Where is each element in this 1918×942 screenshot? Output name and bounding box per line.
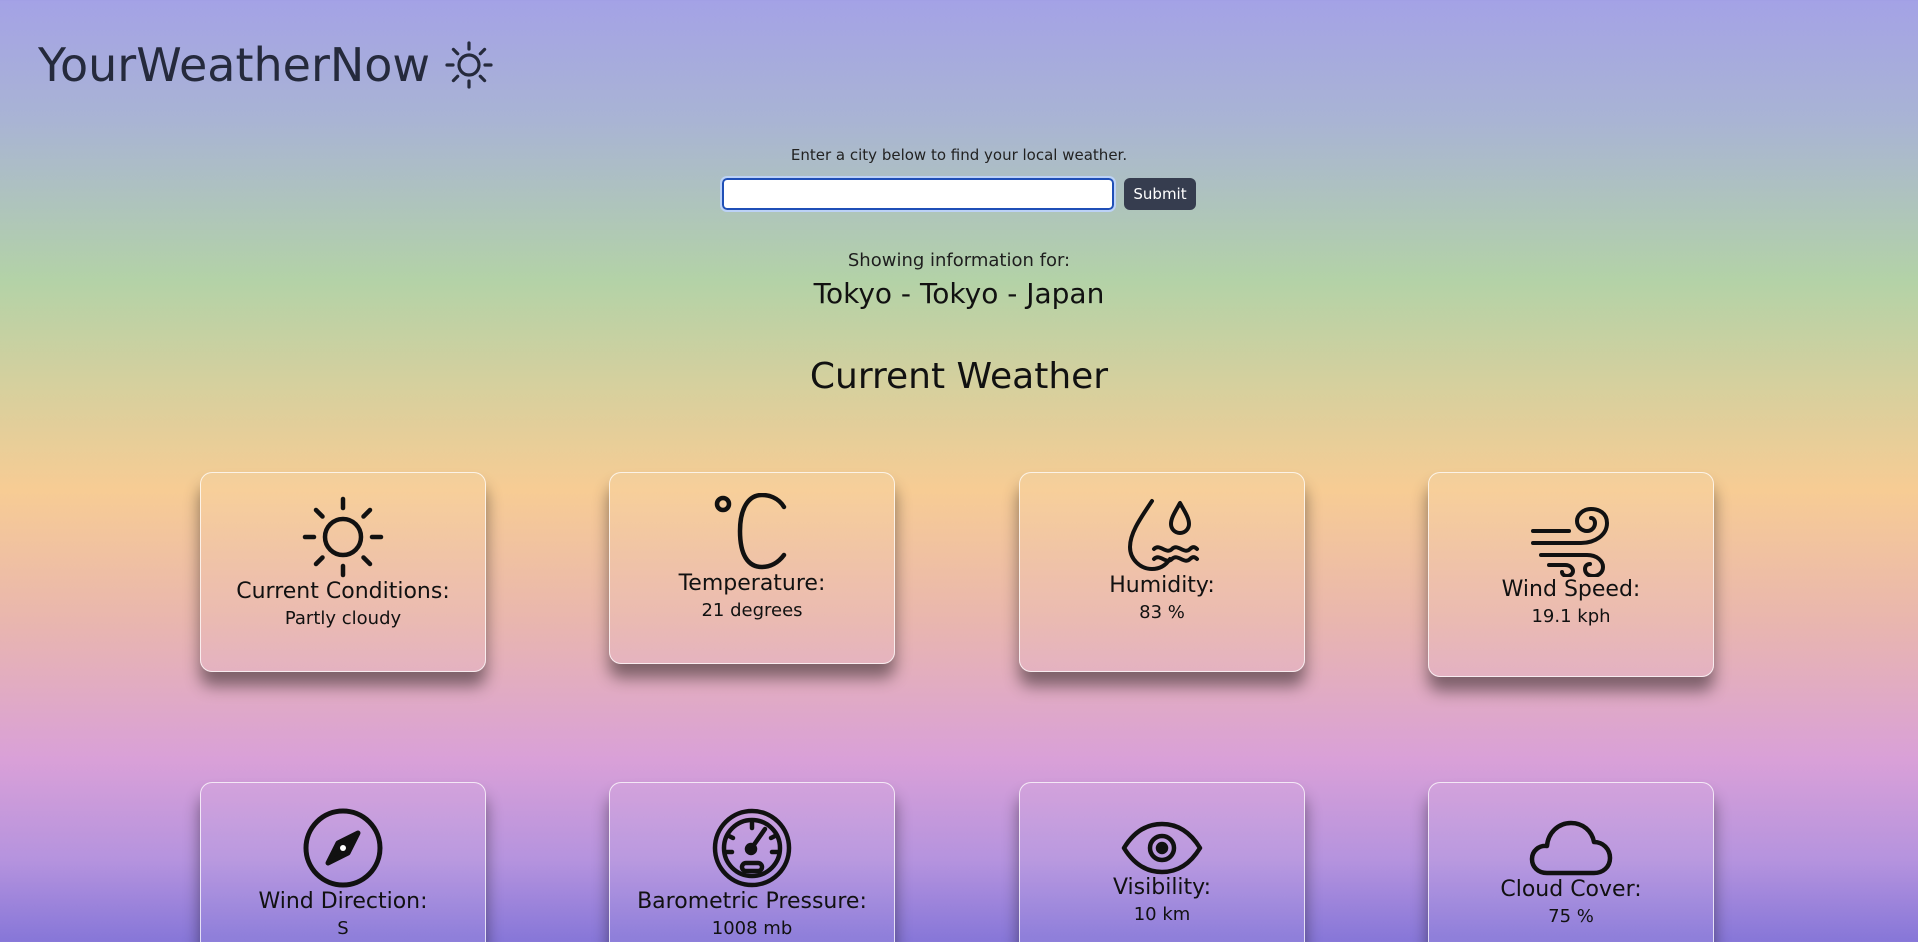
card-value: S: [337, 918, 349, 939]
showing-label: Showing information for:: [847, 250, 1071, 271]
card-current-conditions: Current Conditions: Partly cloudy: [200, 472, 486, 672]
card-humidity: Humidity: 83 %: [1019, 472, 1305, 672]
card-label: Temperature:: [678, 571, 826, 596]
card-label: Cloud Cover:: [1500, 877, 1642, 902]
gauge-icon: [712, 808, 792, 888]
sun-icon: [445, 41, 493, 89]
card-value: 1008 mb: [711, 918, 793, 939]
compass-icon: [303, 808, 383, 888]
humidity-icon: [1128, 499, 1199, 571]
card-label: Visibility:: [1112, 875, 1211, 900]
card-label: Humidity:: [1109, 573, 1215, 598]
section-title: Current Weather: [809, 356, 1109, 397]
card-cloud-cover: Cloud Cover: 75 %: [1428, 782, 1714, 942]
card-wind-direction: Wind Direction: S: [200, 782, 486, 942]
card-label: Wind Speed:: [1501, 577, 1641, 602]
cloud-icon: [1529, 820, 1613, 876]
card-value: Partly cloudy: [284, 608, 402, 629]
card-label: Current Conditions:: [236, 579, 450, 604]
card-value: 19.1 kph: [1531, 606, 1611, 627]
celsius-icon: [714, 493, 787, 570]
city-search-input[interactable]: [720, 176, 1117, 212]
brand-title: YourWeatherNow: [38, 38, 431, 92]
card-value: 75 %: [1548, 906, 1594, 927]
card-visibility: Visibility: 10 km: [1019, 782, 1305, 942]
brand: YourWeatherNow: [38, 38, 494, 92]
card-value: 83 %: [1139, 602, 1185, 623]
sun-icon: [302, 496, 384, 578]
card-wind-speed: Wind Speed: 19.1 kph: [1428, 472, 1714, 677]
search-prompt: Enter a city below to find your local we…: [790, 146, 1128, 164]
search-section: Enter a city below to find your local we…: [0, 146, 1918, 212]
card-value: 10 km: [1133, 904, 1191, 925]
submit-button[interactable]: Submit: [1124, 178, 1196, 210]
wind-icon: [1531, 507, 1609, 577]
search-row: Submit: [0, 176, 1918, 212]
card-value: 21 degrees: [701, 600, 803, 621]
card-label: Barometric Pressure:: [637, 889, 867, 914]
location-section: Showing information for: Tokyo - Tokyo -…: [0, 250, 1918, 310]
eye-icon: [1121, 821, 1203, 875]
card-label: Wind Direction:: [258, 889, 428, 914]
card-temperature: Temperature: 21 degrees: [609, 472, 895, 664]
location-name: Tokyo - Tokyo - Japan: [813, 277, 1105, 310]
card-barometric-pressure: Barometric Pressure: 1008 mb: [609, 782, 895, 942]
